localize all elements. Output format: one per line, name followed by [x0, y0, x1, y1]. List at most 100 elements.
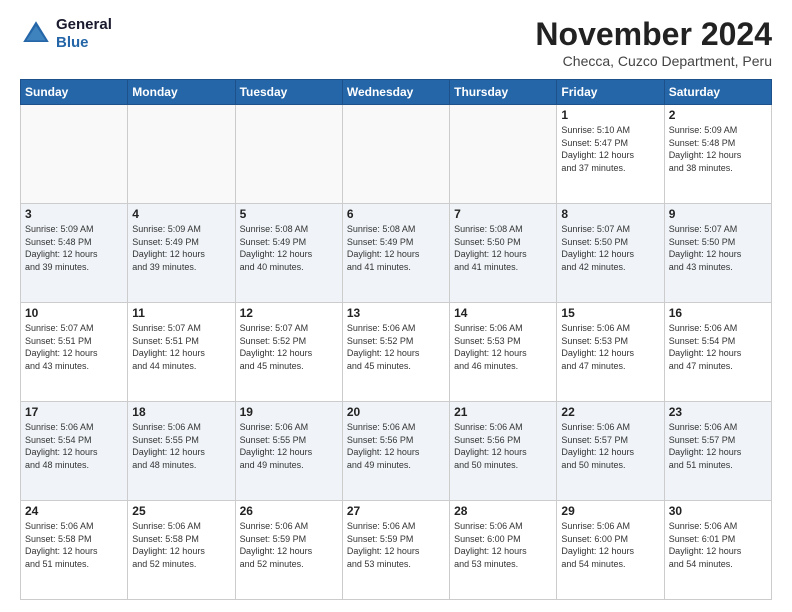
- day-cell: [450, 105, 557, 204]
- day-number: 18: [132, 405, 230, 419]
- day-info: Sunrise: 5:06 AM Sunset: 5:57 PM Dayligh…: [561, 421, 659, 471]
- day-number: 6: [347, 207, 445, 221]
- day-cell: 15 Sunrise: 5:06 AM Sunset: 5:53 PM Dayli…: [557, 303, 664, 402]
- day-cell: 16Sunrise: 5:06 AM Sunset: 5:54 PM Dayli…: [664, 303, 771, 402]
- day-number: 28: [454, 504, 552, 518]
- day-cell: 27 Sunrise: 5:06 AM Sunset: 5:59 PM Dayli…: [342, 501, 449, 600]
- day-number: 2: [669, 108, 767, 122]
- day-info: Sunrise: 5:06 AM Sunset: 5:54 PM Dayligh…: [669, 322, 767, 372]
- day-info: Sunrise: 5:06 AM Sunset: 5:59 PM Dayligh…: [347, 520, 445, 570]
- day-info: Sunrise: 5:08 AM Sunset: 5:49 PM Dayligh…: [347, 223, 445, 273]
- month-title: November 2024: [535, 16, 772, 53]
- week-row-0: 1Sunrise: 5:10 AM Sunset: 5:47 PM Daylig…: [21, 105, 772, 204]
- day-number: 27: [347, 504, 445, 518]
- day-number: 13: [347, 306, 445, 320]
- day-cell: 10 Sunrise: 5:07 AM Sunset: 5:51 PM Dayli…: [21, 303, 128, 402]
- day-cell: 25 Sunrise: 5:06 AM Sunset: 5:58 PM Dayli…: [128, 501, 235, 600]
- day-number: 23: [669, 405, 767, 419]
- day-info: Sunrise: 5:07 AM Sunset: 5:50 PM Dayligh…: [669, 223, 767, 273]
- day-info: Sunrise: 5:09 AM Sunset: 5:48 PM Dayligh…: [669, 124, 767, 174]
- day-cell: 23 Sunrise: 5:06 AM Sunset: 5:57 PM Dayli…: [664, 402, 771, 501]
- day-cell: 6 Sunrise: 5:08 AM Sunset: 5:49 PM Daylig…: [342, 204, 449, 303]
- day-number: 21: [454, 405, 552, 419]
- day-cell: 4Sunrise: 5:09 AM Sunset: 5:49 PM Daylig…: [128, 204, 235, 303]
- day-cell: 21 Sunrise: 5:06 AM Sunset: 5:56 PM Dayli…: [450, 402, 557, 501]
- day-info: Sunrise: 5:07 AM Sunset: 5:51 PM Dayligh…: [132, 322, 230, 372]
- day-number: 9: [669, 207, 767, 221]
- day-number: 8: [561, 207, 659, 221]
- day-info: Sunrise: 5:06 AM Sunset: 5:53 PM Dayligh…: [561, 322, 659, 372]
- day-number: 24: [25, 504, 123, 518]
- day-cell: 24 Sunrise: 5:06 AM Sunset: 5:58 PM Dayli…: [21, 501, 128, 600]
- logo-icon: [20, 18, 52, 50]
- day-info: Sunrise: 5:07 AM Sunset: 5:52 PM Dayligh…: [240, 322, 338, 372]
- day-number: 22: [561, 405, 659, 419]
- day-number: 1: [561, 108, 659, 122]
- day-info: Sunrise: 5:06 AM Sunset: 5:59 PM Dayligh…: [240, 520, 338, 570]
- day-number: 20: [347, 405, 445, 419]
- logo-text: General Blue: [56, 16, 112, 52]
- day-number: 7: [454, 207, 552, 221]
- day-cell: 17Sunrise: 5:06 AM Sunset: 5:54 PM Dayli…: [21, 402, 128, 501]
- day-number: 10: [25, 306, 123, 320]
- day-number: 4: [132, 207, 230, 221]
- day-cell: 18 Sunrise: 5:06 AM Sunset: 5:55 PM Dayli…: [128, 402, 235, 501]
- col-header-wednesday: Wednesday: [342, 80, 449, 105]
- day-cell: [235, 105, 342, 204]
- day-cell: 5 Sunrise: 5:08 AM Sunset: 5:49 PM Daylig…: [235, 204, 342, 303]
- logo: General Blue: [20, 16, 112, 52]
- day-cell: 1Sunrise: 5:10 AM Sunset: 5:47 PM Daylig…: [557, 105, 664, 204]
- day-info: Sunrise: 5:06 AM Sunset: 5:55 PM Dayligh…: [132, 421, 230, 471]
- day-cell: 2 Sunrise: 5:09 AM Sunset: 5:48 PM Daylig…: [664, 105, 771, 204]
- calendar-table: SundayMondayTuesdayWednesdayThursdayFrid…: [20, 79, 772, 600]
- day-info: Sunrise: 5:06 AM Sunset: 5:58 PM Dayligh…: [132, 520, 230, 570]
- header: General Blue November 2024 Checca, Cuzco…: [20, 16, 772, 69]
- week-row-2: 10 Sunrise: 5:07 AM Sunset: 5:51 PM Dayli…: [21, 303, 772, 402]
- day-cell: 19 Sunrise: 5:06 AM Sunset: 5:55 PM Dayli…: [235, 402, 342, 501]
- day-cell: 13 Sunrise: 5:06 AM Sunset: 5:52 PM Dayli…: [342, 303, 449, 402]
- day-cell: [128, 105, 235, 204]
- col-header-tuesday: Tuesday: [235, 80, 342, 105]
- day-number: 11: [132, 306, 230, 320]
- day-cell: [342, 105, 449, 204]
- col-header-friday: Friday: [557, 80, 664, 105]
- day-number: 25: [132, 504, 230, 518]
- day-info: Sunrise: 5:08 AM Sunset: 5:49 PM Dayligh…: [240, 223, 338, 273]
- day-cell: 7 Sunrise: 5:08 AM Sunset: 5:50 PM Daylig…: [450, 204, 557, 303]
- day-info: Sunrise: 5:06 AM Sunset: 5:57 PM Dayligh…: [669, 421, 767, 471]
- day-cell: 22 Sunrise: 5:06 AM Sunset: 5:57 PM Dayli…: [557, 402, 664, 501]
- day-info: Sunrise: 5:06 AM Sunset: 5:56 PM Dayligh…: [347, 421, 445, 471]
- day-info: Sunrise: 5:07 AM Sunset: 5:51 PM Dayligh…: [25, 322, 123, 372]
- header-row: SundayMondayTuesdayWednesdayThursdayFrid…: [21, 80, 772, 105]
- day-info: Sunrise: 5:09 AM Sunset: 5:48 PM Dayligh…: [25, 223, 123, 273]
- day-cell: 3Sunrise: 5:09 AM Sunset: 5:48 PM Daylig…: [21, 204, 128, 303]
- day-info: Sunrise: 5:06 AM Sunset: 6:00 PM Dayligh…: [454, 520, 552, 570]
- day-info: Sunrise: 5:06 AM Sunset: 5:55 PM Dayligh…: [240, 421, 338, 471]
- day-info: Sunrise: 5:06 AM Sunset: 6:00 PM Dayligh…: [561, 520, 659, 570]
- week-row-3: 17Sunrise: 5:06 AM Sunset: 5:54 PM Dayli…: [21, 402, 772, 501]
- day-info: Sunrise: 5:06 AM Sunset: 6:01 PM Dayligh…: [669, 520, 767, 570]
- day-info: Sunrise: 5:06 AM Sunset: 5:54 PM Dayligh…: [25, 421, 123, 471]
- day-cell: 8Sunrise: 5:07 AM Sunset: 5:50 PM Daylig…: [557, 204, 664, 303]
- day-number: 5: [240, 207, 338, 221]
- day-cell: 30Sunrise: 5:06 AM Sunset: 6:01 PM Dayli…: [664, 501, 771, 600]
- day-info: Sunrise: 5:06 AM Sunset: 5:58 PM Dayligh…: [25, 520, 123, 570]
- day-info: Sunrise: 5:06 AM Sunset: 5:56 PM Dayligh…: [454, 421, 552, 471]
- day-info: Sunrise: 5:08 AM Sunset: 5:50 PM Dayligh…: [454, 223, 552, 273]
- day-cell: 29 Sunrise: 5:06 AM Sunset: 6:00 PM Dayli…: [557, 501, 664, 600]
- day-number: 15: [561, 306, 659, 320]
- day-number: 19: [240, 405, 338, 419]
- day-cell: 14Sunrise: 5:06 AM Sunset: 5:53 PM Dayli…: [450, 303, 557, 402]
- col-header-thursday: Thursday: [450, 80, 557, 105]
- day-info: Sunrise: 5:06 AM Sunset: 5:52 PM Dayligh…: [347, 322, 445, 372]
- week-row-4: 24 Sunrise: 5:06 AM Sunset: 5:58 PM Dayli…: [21, 501, 772, 600]
- day-cell: 20 Sunrise: 5:06 AM Sunset: 5:56 PM Dayli…: [342, 402, 449, 501]
- col-header-sunday: Sunday: [21, 80, 128, 105]
- title-block: November 2024 Checca, Cuzco Department, …: [535, 16, 772, 69]
- week-row-1: 3Sunrise: 5:09 AM Sunset: 5:48 PM Daylig…: [21, 204, 772, 303]
- day-cell: 26Sunrise: 5:06 AM Sunset: 5:59 PM Dayli…: [235, 501, 342, 600]
- day-cell: [21, 105, 128, 204]
- day-info: Sunrise: 5:06 AM Sunset: 5:53 PM Dayligh…: [454, 322, 552, 372]
- day-number: 29: [561, 504, 659, 518]
- day-cell: 28 Sunrise: 5:06 AM Sunset: 6:00 PM Dayli…: [450, 501, 557, 600]
